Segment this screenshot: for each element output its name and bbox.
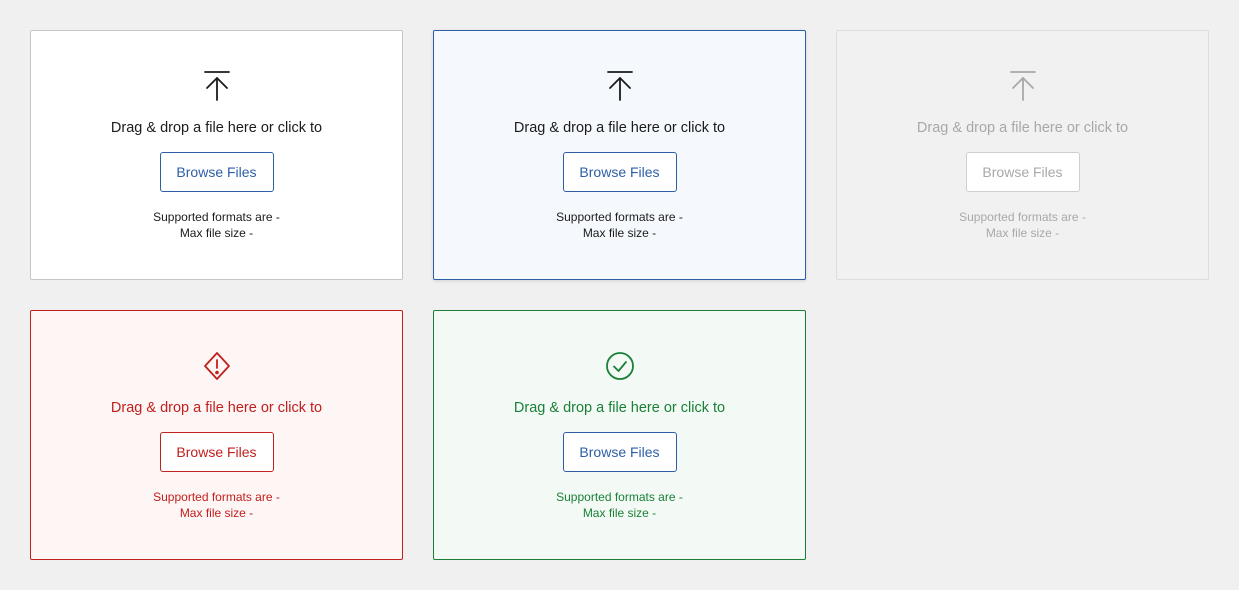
browse-files-button[interactable]: Browse Files bbox=[159, 152, 274, 192]
max-file-size-label: Max file size - bbox=[179, 506, 254, 520]
upload-icon bbox=[604, 69, 636, 103]
browse-files-button[interactable]: Browse Files bbox=[159, 432, 274, 472]
file-dropzone-disabled: Drag & drop a file here or click to Brow… bbox=[836, 30, 1209, 280]
dropzone-info: Supported formats are - Max file size - bbox=[434, 209, 805, 241]
dropzone-info: Supported formats are - Max file size - bbox=[31, 209, 402, 241]
supported-formats-label: Supported formats are - bbox=[556, 490, 683, 504]
upload-icon bbox=[1007, 69, 1039, 103]
max-file-size-label: Max file size - bbox=[179, 226, 254, 240]
warning-diamond-icon bbox=[201, 349, 233, 383]
supported-formats-label: Supported formats are - bbox=[153, 210, 280, 224]
dropzone-info: Supported formats are - Max file size - bbox=[434, 489, 805, 521]
supported-formats-label: Supported formats are - bbox=[153, 490, 280, 504]
max-file-size-label: Max file size - bbox=[582, 226, 657, 240]
file-dropzone-hover[interactable]: Drag & drop a file here or click to Brow… bbox=[433, 30, 806, 280]
dropzone-prompt: Drag & drop a file here or click to bbox=[513, 400, 726, 416]
dropzone-prompt: Drag & drop a file here or click to bbox=[110, 120, 323, 136]
browse-files-button: Browse Files bbox=[965, 152, 1080, 192]
file-dropzone-error[interactable]: Drag & drop a file here or click to Brow… bbox=[30, 310, 403, 560]
browse-files-button[interactable]: Browse Files bbox=[562, 432, 677, 472]
supported-formats-label: Supported formats are - bbox=[556, 210, 683, 224]
browse-files-button[interactable]: Browse Files bbox=[562, 152, 677, 192]
file-dropzone-success[interactable]: Drag & drop a file here or click to Brow… bbox=[433, 310, 806, 560]
supported-formats-label: Supported formats are - bbox=[959, 210, 1086, 224]
dropzone-prompt: Drag & drop a file here or click to bbox=[513, 120, 726, 136]
dropzone-prompt: Drag & drop a file here or click to bbox=[110, 400, 323, 416]
dropzone-info: Supported formats are - Max file size - bbox=[837, 209, 1208, 241]
file-dropzone-default[interactable]: Drag & drop a file here or click to Brow… bbox=[30, 30, 403, 280]
upload-icon bbox=[201, 69, 233, 103]
max-file-size-label: Max file size - bbox=[985, 226, 1060, 240]
dropzone-info: Supported formats are - Max file size - bbox=[31, 489, 402, 521]
check-circle-icon bbox=[604, 349, 636, 383]
dropzone-prompt: Drag & drop a file here or click to bbox=[916, 120, 1129, 136]
max-file-size-label: Max file size - bbox=[582, 506, 657, 520]
